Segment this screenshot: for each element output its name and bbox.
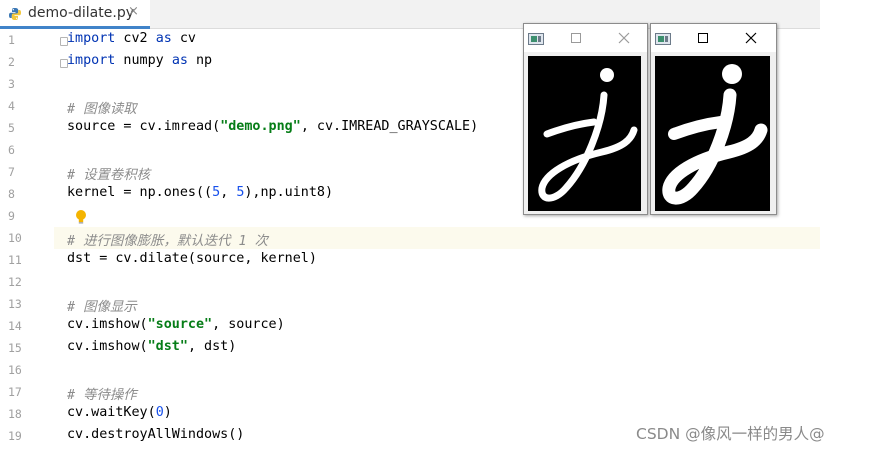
window-dst[interactable] (650, 23, 777, 215)
line-number: 2 (8, 55, 15, 69)
code-line[interactable]: source = cv.imread("demo.png", cv.IMREAD… (67, 119, 478, 134)
line-number: 14 (8, 319, 22, 333)
line-number: 12 (8, 275, 22, 289)
code-line[interactable]: cv.waitKey(0) (67, 405, 172, 420)
window-titlebar[interactable] (524, 24, 647, 52)
dst-image (655, 56, 770, 211)
code-line[interactable]: # 等待操作 (67, 383, 137, 403)
line-number: 17 (8, 385, 22, 399)
letter-j-dilated-image (662, 64, 768, 205)
close-icon[interactable] (743, 30, 759, 46)
maximize-icon[interactable] (695, 30, 711, 46)
code-line[interactable]: # 图像读取 (67, 97, 137, 117)
code-line[interactable]: # 图像显示 (67, 295, 137, 315)
source-image (528, 56, 641, 211)
window-app-icon (655, 33, 671, 45)
line-number: 18 (8, 407, 22, 421)
code-line[interactable]: cv.imshow("source", source) (67, 317, 285, 332)
window-titlebar[interactable] (651, 24, 776, 52)
tab-close-icon[interactable]: × (128, 4, 139, 19)
code-line[interactable]: kernel = np.ones((5, 5),np.uint8) (67, 185, 333, 200)
code-line[interactable]: # 进行图像膨胀，默认迭代 1 次 (67, 229, 268, 249)
line-number: 8 (8, 187, 15, 201)
window-source[interactable] (523, 23, 648, 215)
line-number: 16 (8, 363, 22, 377)
line-number: 4 (8, 99, 15, 113)
line-number: 9 (8, 209, 15, 223)
close-icon[interactable] (616, 30, 632, 46)
line-number: 15 (8, 341, 22, 355)
line-number: 19 (8, 429, 22, 443)
line-number: 6 (8, 143, 15, 157)
code-line[interactable]: import cv2 as cv (67, 31, 196, 46)
lightbulb-icon[interactable] (75, 209, 87, 225)
line-number: 3 (8, 77, 15, 91)
line-number: 13 (8, 297, 22, 311)
line-number: 1 (8, 33, 15, 47)
tab-filename: demo-dilate.py (28, 5, 134, 21)
watermark: CSDN @像风一样的男人@ (636, 425, 825, 443)
code-line[interactable]: cv.destroyAllWindows() (67, 427, 244, 442)
window-app-icon (528, 33, 544, 45)
line-number: 7 (8, 165, 15, 179)
code-line[interactable]: import numpy as np (67, 53, 212, 68)
python-file-icon (9, 8, 21, 20)
code-line[interactable]: # 设置卷积核 (67, 163, 150, 183)
code-line[interactable]: cv.imshow("dst", dst) (67, 339, 236, 354)
tab-demo-dilate[interactable]: demo-dilate.py × (0, 0, 150, 29)
line-number: 10 (8, 231, 22, 245)
line-number: 5 (8, 121, 15, 135)
code-line[interactable]: dst = cv.dilate(source, kernel) (67, 251, 317, 266)
maximize-icon[interactable] (568, 30, 584, 46)
line-number: 11 (8, 253, 22, 267)
letter-j-thin-image (538, 68, 638, 202)
